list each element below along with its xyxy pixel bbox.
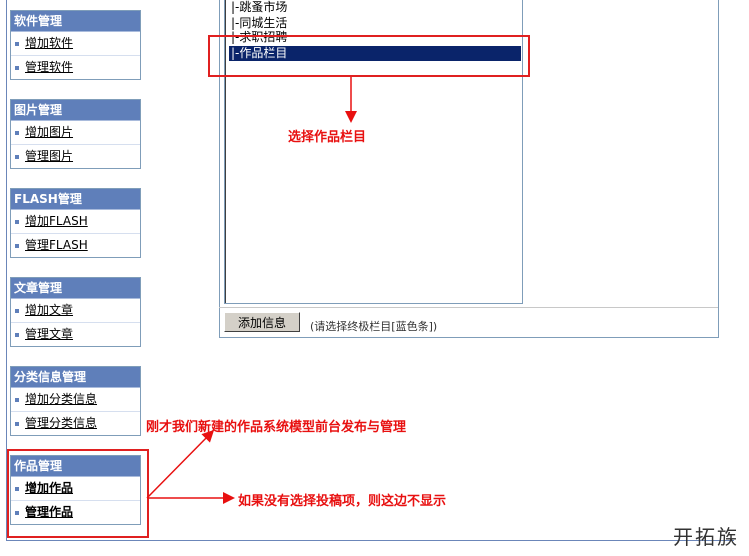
annotation-arrows xyxy=(146,77,357,504)
arrow-to-new-model-note xyxy=(146,429,215,499)
annotation-select-column: 选择作品栏目 xyxy=(288,130,367,145)
annotation-new-model-note: 刚才我们新建的作品系统模型前台发布与管理 xyxy=(146,420,407,435)
watermark-text: 开拓族 xyxy=(673,525,739,549)
annotation-no-submit-note: 如果没有选择投稿项，则这边不显示 xyxy=(238,494,447,509)
